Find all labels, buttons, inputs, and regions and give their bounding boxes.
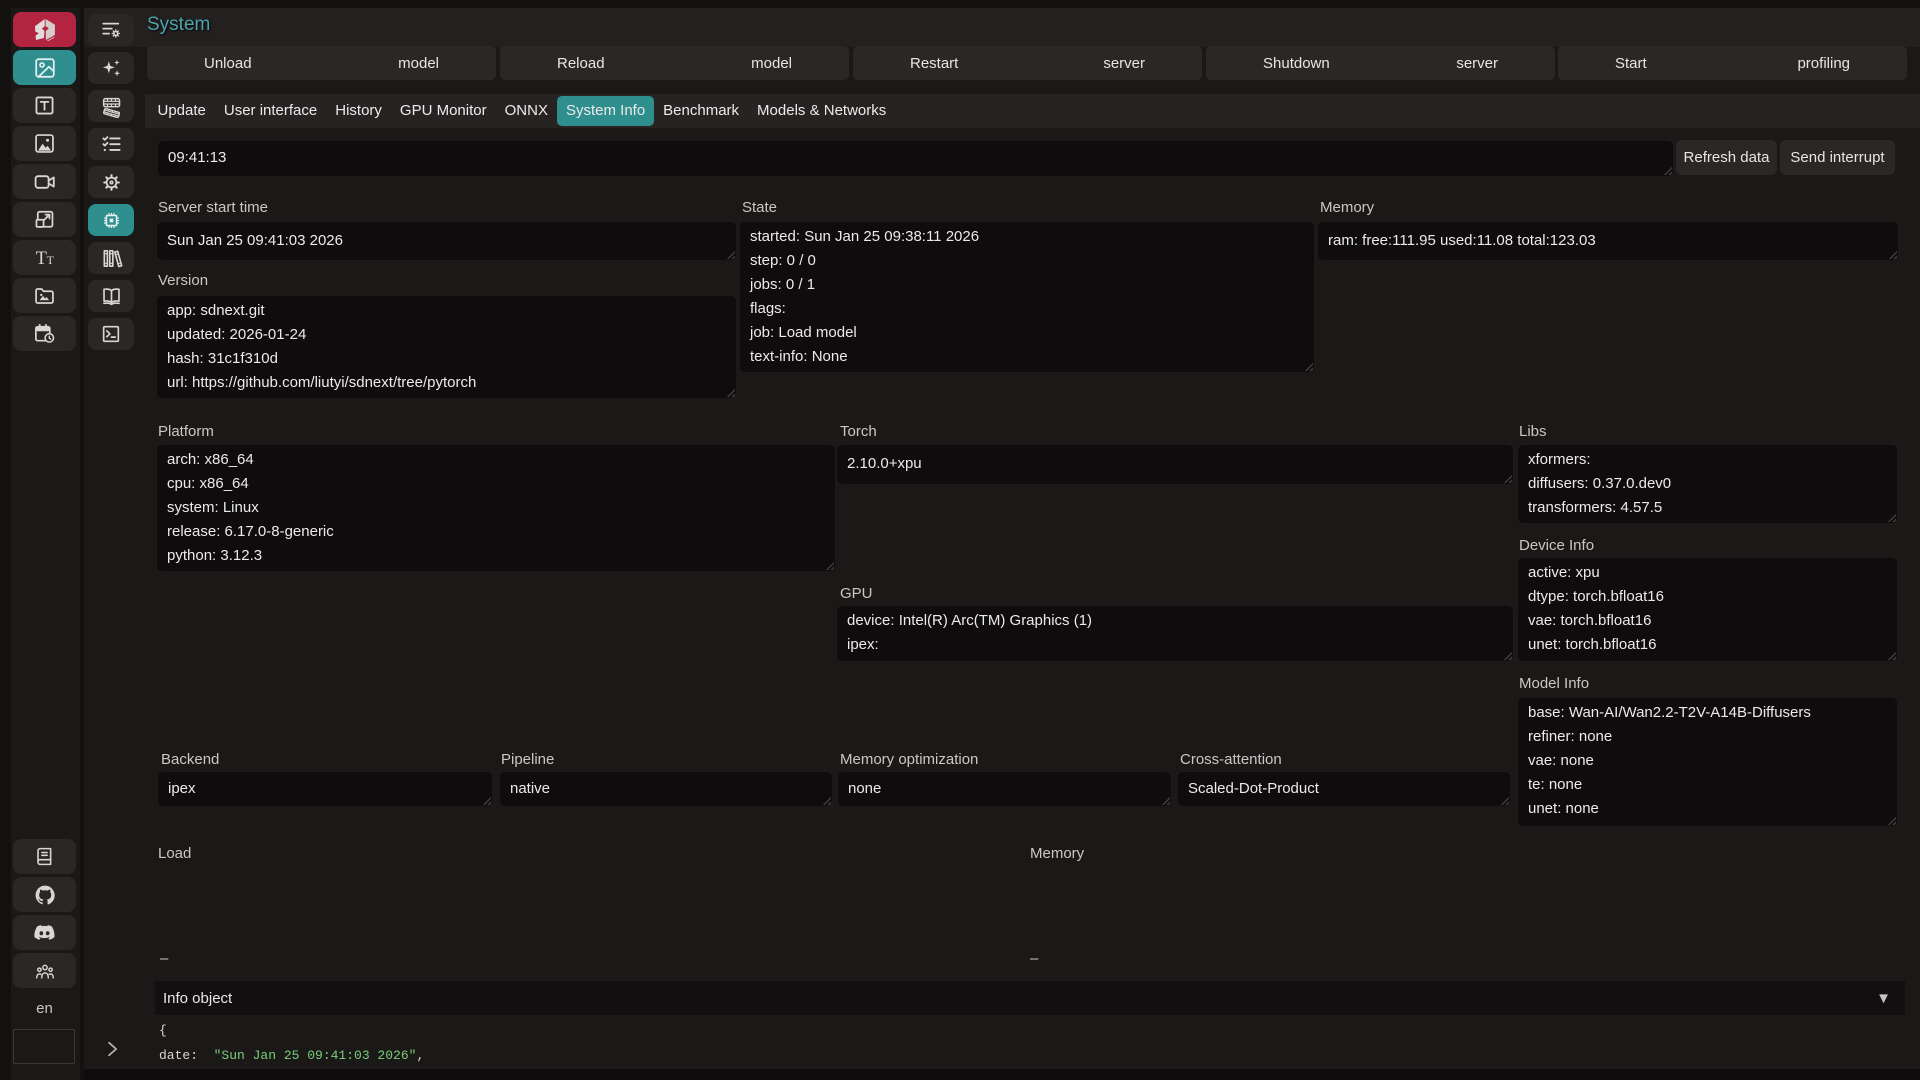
svg-text:T: T bbox=[46, 253, 54, 267]
svg-text:T: T bbox=[35, 249, 46, 269]
